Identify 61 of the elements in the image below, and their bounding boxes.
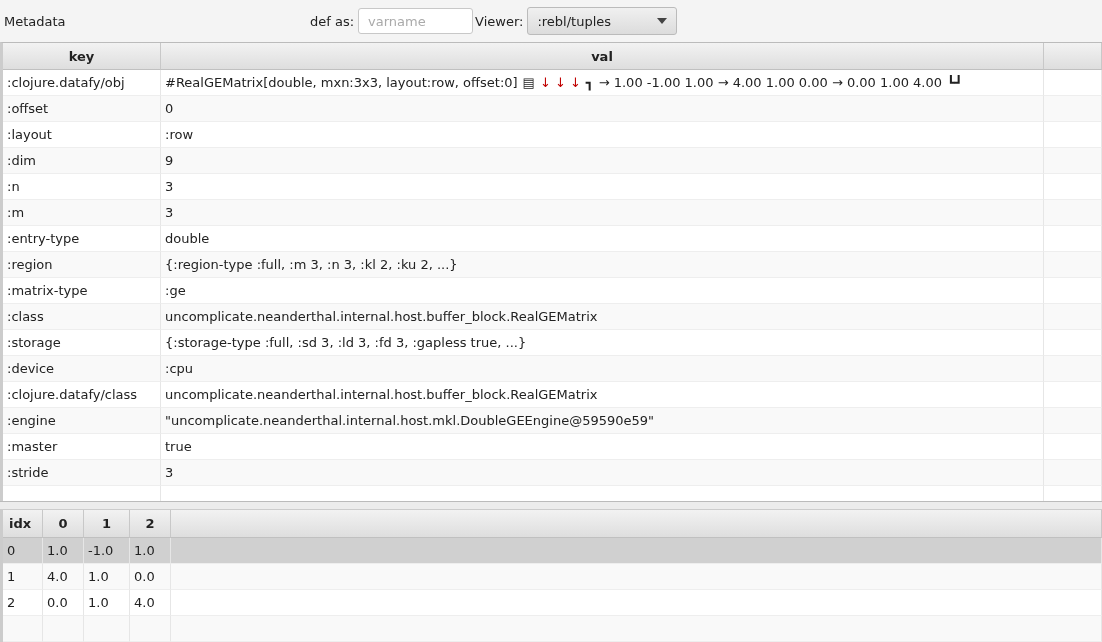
table-cell: 0 [3, 538, 43, 564]
value-cell: true [161, 434, 1044, 460]
table-cell: -1.0 [84, 538, 130, 564]
key-cell: :dim [3, 148, 161, 174]
value-cell: uncomplicate.neanderthal.internal.host.buffer_block.RealGEMatrix [161, 382, 1044, 408]
matrix-glyph: ▤ [522, 75, 535, 90]
key-cell: :region [3, 252, 161, 278]
matrix-glyph: ┗┛ [947, 75, 963, 90]
def-as-label: def as: [310, 13, 355, 29]
key-cell: :class [3, 304, 161, 330]
viewer-label: Viewer: [475, 13, 524, 29]
value-cell: {:storage-type :full, :sd 3, :ld 3, :fd 3, :gapless true, ...} [161, 330, 1044, 356]
value-cell: 3 [161, 200, 1044, 226]
table-cell: 1.0 [84, 590, 130, 616]
cell-text: → 1.00 -1.00 1.00 → 4.00 1.00 0.00 → 0.00 1.00 4.00 [598, 75, 943, 90]
key-cell: :engine [3, 408, 161, 434]
column-header[interactable]: 1 [84, 510, 130, 538]
table-cell: 2 [3, 590, 43, 616]
value-cell: :row [161, 122, 1044, 148]
key-cell: :entry-type [3, 226, 161, 252]
value-cell: double [161, 226, 1044, 252]
key-cell: :stride [3, 460, 161, 486]
value-cell: 0 [161, 96, 1044, 122]
value-cell: {:region-type :full, :m 3, :n 3, :kl 2, :ku 2, ...} [161, 252, 1044, 278]
table-cell: 0.0 [43, 590, 84, 616]
panel-title: Metadata [4, 13, 67, 29]
matrix-glyph: ┓ [585, 75, 594, 90]
key-cell: :offset [3, 96, 161, 122]
key-cell: :storage [3, 330, 161, 356]
column-header[interactable]: 0 [43, 510, 84, 538]
table-cell: 4.0 [130, 590, 171, 616]
key-cell: :m [3, 200, 161, 226]
table-cell: 0.0 [130, 564, 171, 590]
value-cell: "uncomplicate.neanderthal.internal.host.mkl.DoubleGEEngine@59590e59" [161, 408, 1044, 434]
key-cell: :clojure.datafy/obj [3, 70, 161, 96]
key-cell: :matrix-type [3, 278, 161, 304]
column-header[interactable]: key [3, 43, 161, 70]
arrow-markers: ↓ ↓ ↓ [539, 75, 581, 90]
table-cell: 1.0 [130, 538, 171, 564]
column-header[interactable]: 2 [130, 510, 171, 538]
table-cell: 1 [3, 564, 43, 590]
value-cell: uncomplicate.neanderthal.internal.host.buffer_block.RealGEMatrix [161, 304, 1044, 330]
key-cell: :layout [3, 122, 161, 148]
table-cell: 1.0 [84, 564, 130, 590]
column-header[interactable]: val [161, 43, 1044, 70]
key-cell: :clojure.datafy/class [3, 382, 161, 408]
key-cell: :n [3, 174, 161, 200]
table-cell: 4.0 [43, 564, 84, 590]
value-cell: 3 [161, 460, 1044, 486]
table-cell: 1.0 [43, 538, 84, 564]
key-cell: :device [3, 356, 161, 382]
caret-icon [657, 18, 668, 24]
cell-text: #RealGEMatrix[double, mxn:3x3, layout:row, offset:0] [165, 75, 518, 90]
value-cell: :cpu [161, 356, 1044, 382]
viewer-dropdown[interactable]: :rebl/tuples [527, 7, 678, 35]
column-header[interactable]: idx [3, 510, 43, 538]
value-cell: 9 [161, 148, 1044, 174]
key-cell: :master [3, 434, 161, 460]
value-cell: :ge [161, 278, 1044, 304]
value-cell: 3 [161, 174, 1044, 200]
var-name-field[interactable]: varname [358, 8, 474, 34]
